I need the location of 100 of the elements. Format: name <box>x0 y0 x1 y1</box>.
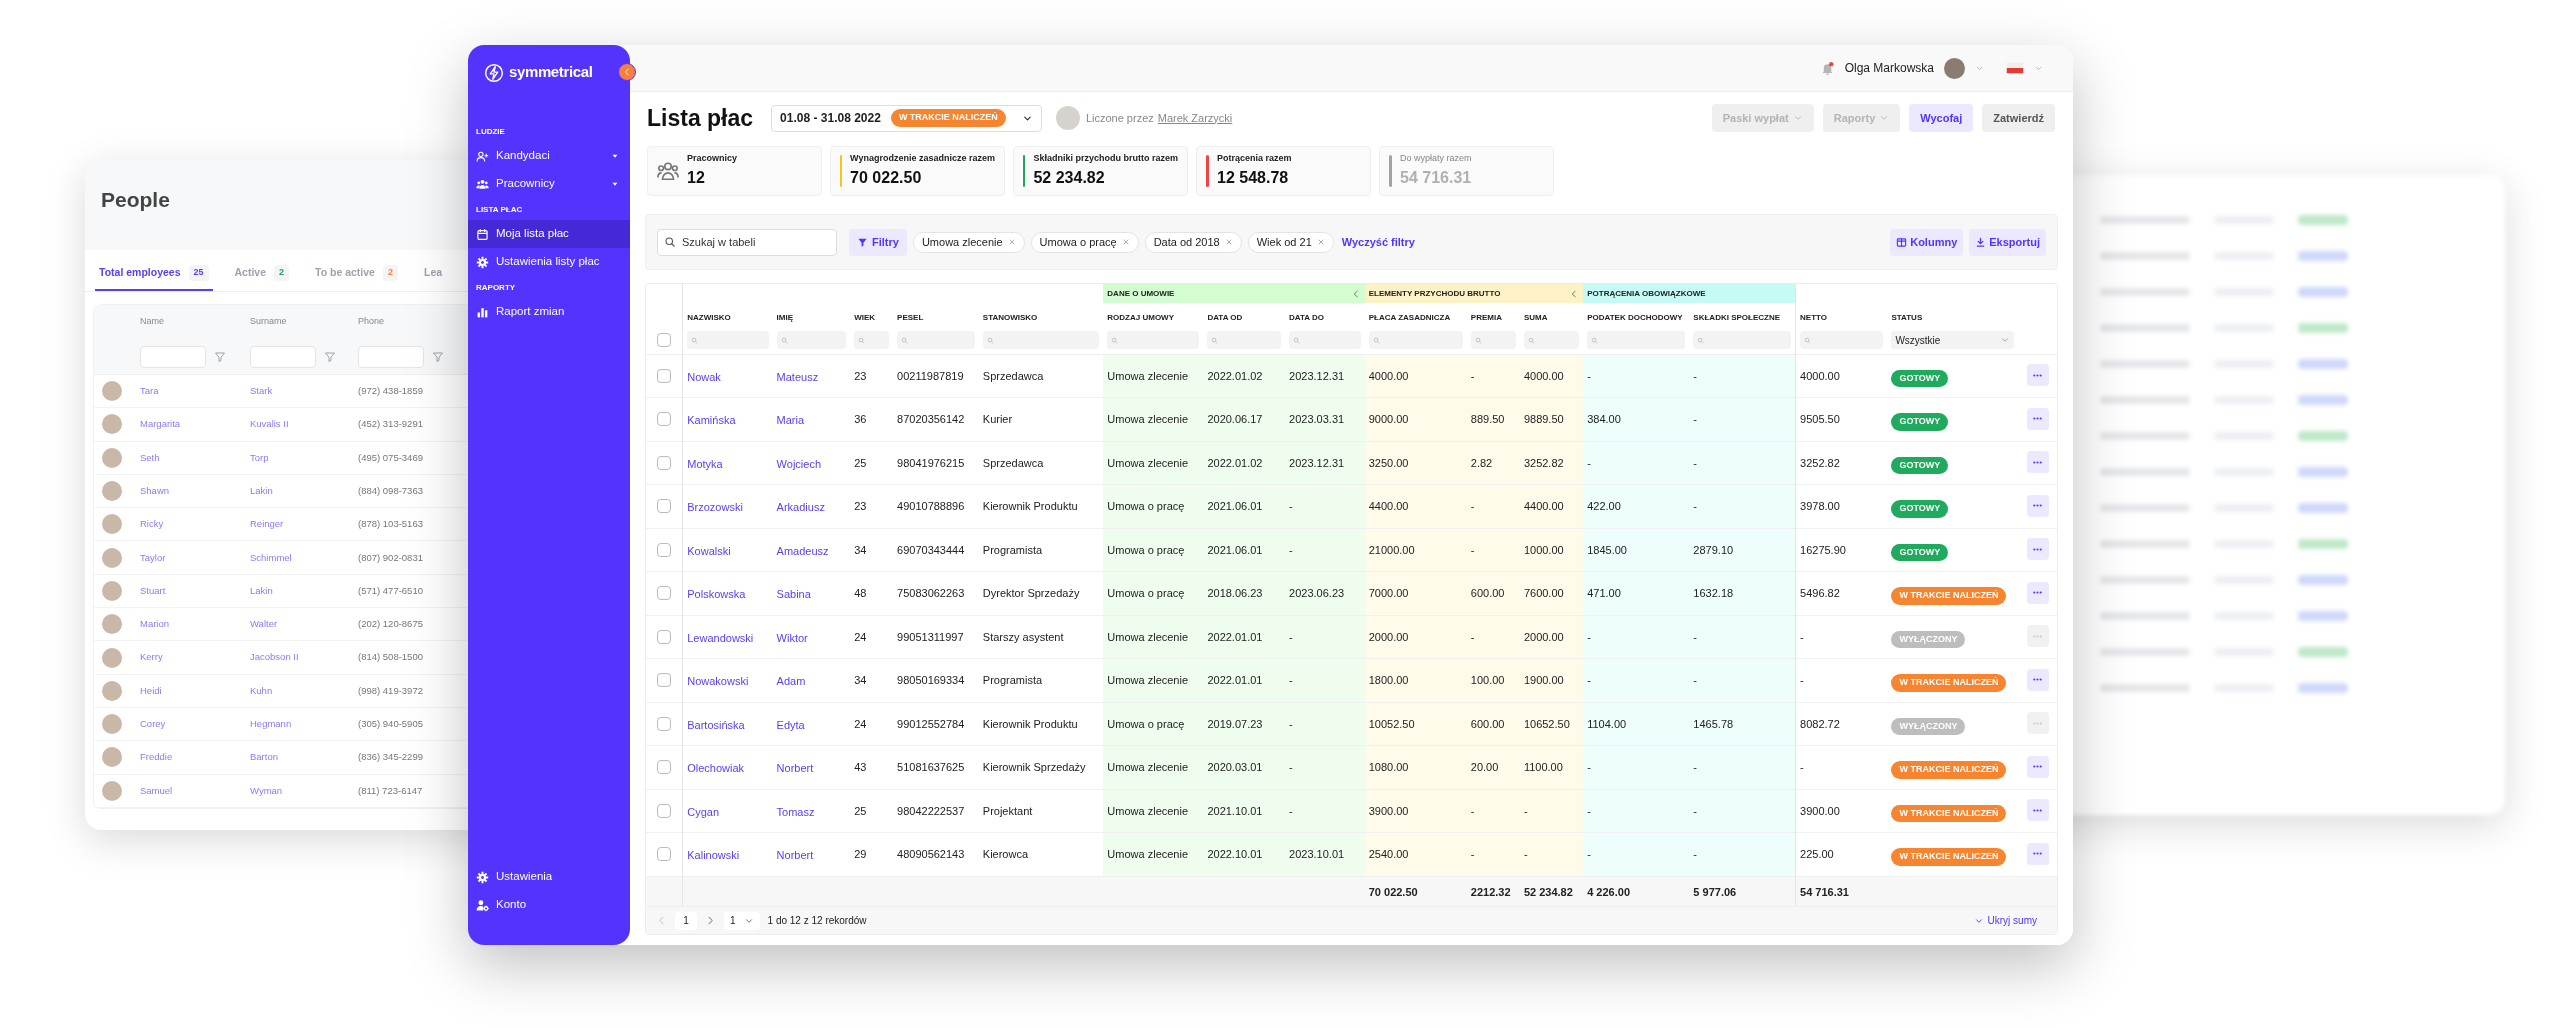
person-link[interactable]: Marek Zarzycki <box>1157 109 1233 127</box>
header-button[interactable]: Wycofaj <box>1909 104 1974 132</box>
more-button[interactable] <box>2026 451 2049 474</box>
surname-link[interactable]: Stark <box>250 384 358 399</box>
row-checkbox[interactable] <box>657 542 672 557</box>
collapse-button[interactable] <box>618 63 636 81</box>
name-link[interactable]: Kowalski <box>687 544 731 557</box>
surname-link[interactable]: Barton <box>250 750 358 765</box>
header-button[interactable]: Zatwierdź <box>1982 104 2055 132</box>
name-link[interactable]: Seth <box>140 450 250 465</box>
select-all-checkbox[interactable] <box>657 333 672 348</box>
more-button[interactable] <box>2026 842 2049 865</box>
column-search-field[interactable] <box>1523 331 1580 350</box>
name-link[interactable]: Nowakowski <box>687 675 749 688</box>
name-link[interactable]: Marion <box>140 617 250 632</box>
column-search-field[interactable] <box>1693 331 1792 350</box>
row-checkbox[interactable] <box>657 847 672 862</box>
name-link[interactable]: Cygan <box>687 805 720 818</box>
filter-field[interactable] <box>140 345 206 368</box>
more-button[interactable] <box>2026 364 2049 387</box>
name-link[interactable]: Lewandowski <box>687 631 754 644</box>
name-link[interactable]: Edyta <box>776 718 805 731</box>
surname-link[interactable]: Hegmann <box>250 717 358 732</box>
export-button[interactable]: Eksportuj <box>1969 228 2046 256</box>
surname-link[interactable]: Lakin <box>250 483 358 499</box>
columns-button[interactable]: Kolumny <box>1890 228 1964 256</box>
hide-totals-link[interactable]: Ukryj sumy <box>1973 913 2037 928</box>
more-button[interactable] <box>2026 668 2049 691</box>
column-search-field[interactable] <box>776 331 847 350</box>
row-checkbox[interactable] <box>657 803 672 818</box>
filter-icon[interactable] <box>324 350 336 363</box>
name-link[interactable]: Shawn <box>140 483 250 499</box>
column-search-field[interactable] <box>1368 331 1463 350</box>
name-link[interactable]: Corey <box>140 717 250 732</box>
column-search-field[interactable] <box>1289 331 1361 350</box>
row-checkbox[interactable] <box>657 716 672 731</box>
nav-item[interactable]: Ustawienia listy płac <box>468 248 630 276</box>
nav-item[interactable]: Konto <box>468 891 630 919</box>
filter-icon[interactable] <box>432 350 444 363</box>
surname-link[interactable]: Reinger <box>250 517 358 532</box>
filter-chip[interactable]: Umowa o pracę <box>1030 231 1139 253</box>
more-button[interactable] <box>2026 625 2049 648</box>
page-field[interactable]: 1 <box>675 911 697 930</box>
name-link[interactable]: Norbert <box>776 849 814 862</box>
more-button[interactable] <box>2026 755 2049 778</box>
name-link[interactable]: Kalinowski <box>687 849 740 862</box>
name-link[interactable]: Freddie <box>140 750 250 765</box>
surname-link[interactable]: Kuhn <box>250 683 358 698</box>
row-checkbox[interactable] <box>657 499 672 514</box>
column-search-field[interactable] <box>897 331 975 350</box>
column-search-field[interactable] <box>1207 331 1282 350</box>
more-button[interactable] <box>2026 407 2049 430</box>
filter-button[interactable]: Filtry <box>849 228 907 256</box>
name-link[interactable]: Norbert <box>776 762 814 775</box>
column-search-field[interactable] <box>1470 331 1516 350</box>
tab[interactable]: Total employees 25 <box>95 265 213 291</box>
period-select[interactable]: 01.08 - 31.08 2022 W TRAKCIE NALICZEŃ <box>771 104 1042 132</box>
row-checkbox[interactable] <box>657 455 672 470</box>
close-icon[interactable] <box>1224 238 1233 246</box>
status-filter-select[interactable]: Wszystkie <box>1891 331 2015 350</box>
nav-item[interactable]: Moja lista płac <box>468 220 630 248</box>
surname-link[interactable]: Torp <box>250 450 358 465</box>
name-link[interactable]: Arkadiusz <box>776 501 825 514</box>
more-button[interactable] <box>2026 494 2049 517</box>
close-icon[interactable] <box>1007 238 1016 246</box>
name-link[interactable]: Bartosińska <box>687 718 745 731</box>
name-link[interactable]: Margarita <box>140 417 250 432</box>
column-search-field[interactable] <box>1587 331 1686 350</box>
column-search-field[interactable] <box>687 331 769 350</box>
name-link[interactable]: Mateusz <box>776 370 819 383</box>
more-button[interactable] <box>2026 799 2049 822</box>
name-link[interactable]: Tomasz <box>776 805 815 818</box>
surname-link[interactable]: Jacobson II <box>250 650 358 665</box>
surname-link[interactable]: Schimmel <box>250 550 358 565</box>
page-size-select[interactable]: 1 <box>724 911 760 930</box>
column-search-field[interactable] <box>1107 331 1200 350</box>
row-checkbox[interactable] <box>657 673 672 688</box>
filter-field[interactable] <box>250 345 316 368</box>
more-button[interactable] <box>2026 538 2049 561</box>
row-checkbox[interactable] <box>657 760 672 775</box>
name-link[interactable]: Adam <box>776 675 806 688</box>
name-link[interactable]: Stuart <box>140 583 250 599</box>
name-link[interactable]: Brzozowski <box>687 501 743 514</box>
name-link[interactable]: Polskowska <box>687 588 746 601</box>
surname-link[interactable]: Kuvalis II <box>250 417 358 432</box>
filter-chip[interactable]: Umowa zlecenie <box>912 231 1025 253</box>
nav-item[interactable]: Kandydaci <box>468 142 630 170</box>
surname-link[interactable]: Wyman <box>250 783 358 798</box>
name-link[interactable]: Olechowiak <box>687 762 745 775</box>
filter-field[interactable] <box>358 345 424 368</box>
column-search-field[interactable] <box>1800 331 1884 350</box>
nav-item[interactable]: Raport zmian <box>468 298 630 326</box>
name-link[interactable]: Ricky <box>140 517 250 532</box>
name-link[interactable]: Nowak <box>687 370 721 383</box>
filter-icon[interactable] <box>214 350 226 363</box>
row-checkbox[interactable] <box>657 629 672 644</box>
nav-item[interactable]: Ustawienia <box>468 863 630 891</box>
name-link[interactable]: Samuel <box>140 783 250 798</box>
name-link[interactable]: Taylor <box>140 550 250 565</box>
row-checkbox[interactable] <box>657 586 672 601</box>
